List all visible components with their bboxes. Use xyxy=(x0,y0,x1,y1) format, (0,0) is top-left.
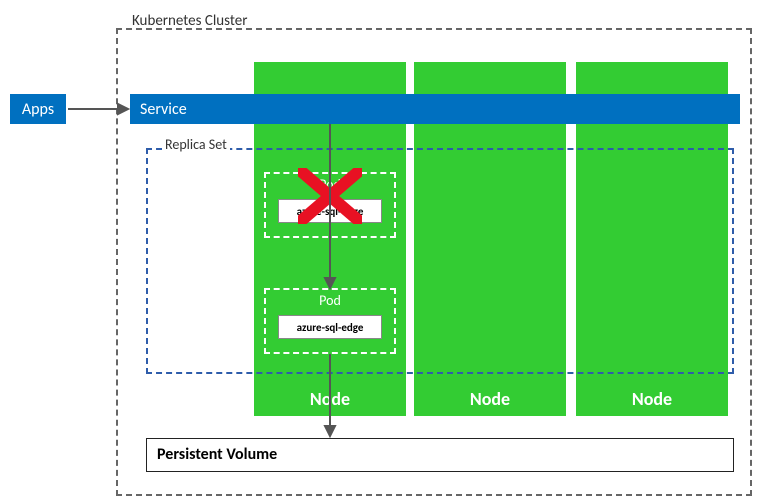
pod-2-workload: azure-sql-edge xyxy=(278,315,382,339)
replica-set-box xyxy=(146,148,734,374)
apps-label: Apps xyxy=(22,100,54,119)
arrow-apps-to-service xyxy=(66,100,130,118)
service-label: Service xyxy=(140,100,187,119)
apps-box: Apps xyxy=(10,94,66,124)
diagram-canvas: Kubernetes Cluster Node Node Node Servic… xyxy=(0,0,765,502)
pod-2: Pod azure-sql-edge xyxy=(264,288,396,354)
arrow-pod-to-pv xyxy=(322,354,338,438)
replica-set-label: Replica Set xyxy=(162,136,230,153)
pod-2-workload-label: azure-sql-edge xyxy=(297,321,364,334)
persistent-volume-label: Persistent Volume xyxy=(157,445,277,464)
service-bar: Service xyxy=(130,94,740,124)
node-2-label: Node xyxy=(414,388,566,410)
persistent-volume-box: Persistent Volume xyxy=(146,438,734,472)
node-3-label: Node xyxy=(576,388,728,410)
kubernetes-cluster-label: Kubernetes Cluster xyxy=(132,12,247,30)
arrow-service-to-pods xyxy=(322,124,338,290)
pod-2-label: Pod xyxy=(266,292,394,309)
